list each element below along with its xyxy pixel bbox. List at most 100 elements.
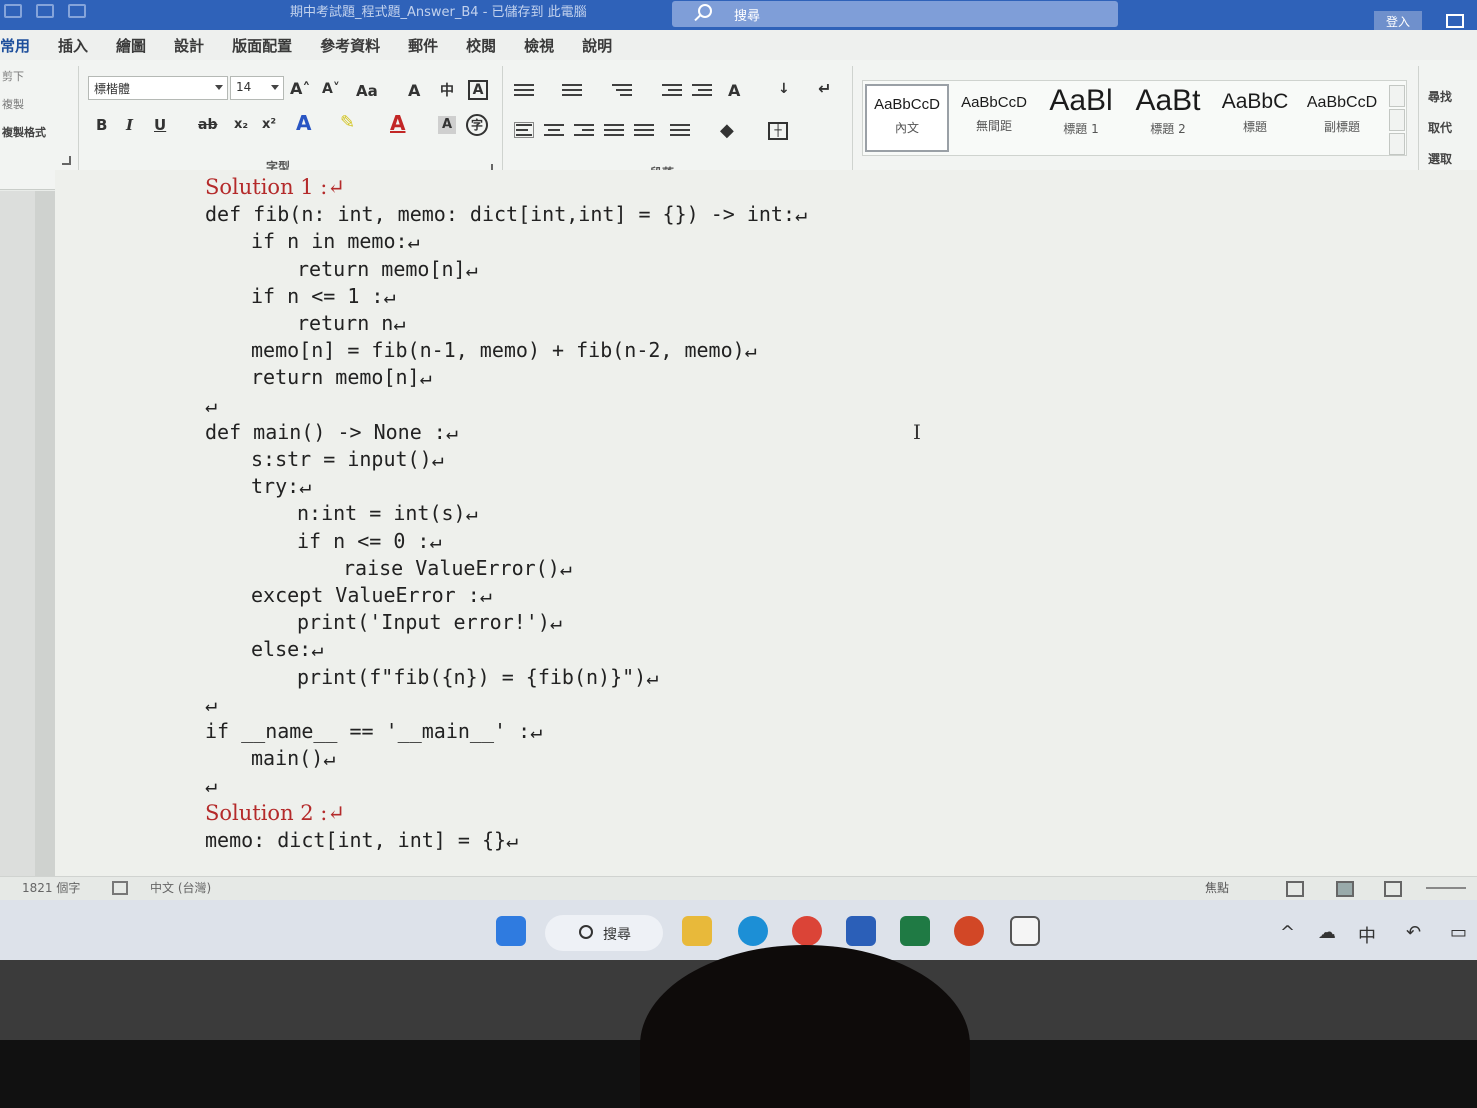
clear-formatting-icon[interactable]: A <box>408 80 420 102</box>
change-case-button[interactable]: Aa <box>356 80 378 102</box>
proofing-icon[interactable] <box>112 881 128 895</box>
gallery-down-icon[interactable] <box>1389 109 1405 131</box>
style-sample: AaBt <box>1135 84 1201 117</box>
shrink-font-button[interactable]: A˅ <box>322 78 340 100</box>
align-center-icon[interactable] <box>544 124 564 140</box>
format-painter-button[interactable]: 複製格式 <box>2 124 46 140</box>
font-color-icon[interactable]: A <box>390 112 405 134</box>
find-button[interactable]: 尋找 <box>1428 82 1452 113</box>
replace-button[interactable]: 取代 <box>1428 113 1452 144</box>
style-subtitle[interactable]: AaBbCcD 副標題 <box>1300 84 1384 152</box>
tab-references[interactable]: 參考資料 <box>306 30 394 60</box>
copy-button[interactable]: 複製 <box>2 96 24 112</box>
tab-help[interactable]: 說明 <box>568 30 626 60</box>
tab-insert[interactable]: 插入 <box>44 30 102 60</box>
quick-access-toolbar <box>0 4 86 18</box>
web-layout-icon[interactable] <box>1384 881 1402 897</box>
text-effects-icon[interactable]: A <box>296 112 311 134</box>
enclose-characters-icon[interactable]: 字 <box>466 114 488 136</box>
style-title[interactable]: AaBbC 標題 <box>1213 84 1297 152</box>
character-shading-icon[interactable]: A <box>438 116 456 134</box>
clipboard-launcher-icon[interactable] <box>62 156 71 165</box>
style-no-spacing[interactable]: AaBbCcD 無間距 <box>952 84 1036 152</box>
ribbon-separator <box>502 66 503 174</box>
undo-icon[interactable] <box>68 4 86 18</box>
autosave-icon[interactable] <box>4 4 22 18</box>
chrome-browser-icon[interactable] <box>792 916 822 946</box>
style-sample: AaBbC <box>1221 90 1289 113</box>
gallery-up-icon[interactable] <box>1389 85 1405 107</box>
focus-mode-button[interactable]: 焦點 <box>1205 879 1229 896</box>
justify-icon[interactable] <box>604 124 624 140</box>
character-border-icon[interactable]: A <box>468 80 488 100</box>
style-sample: AaBbCcD <box>961 94 1027 111</box>
tab-layout[interactable]: 版面配置 <box>218 30 306 60</box>
ime-indicator[interactable]: 中 <box>1358 922 1376 948</box>
code-line: if n in memo:↵ <box>251 229 420 254</box>
onedrive-cloud-icon[interactable]: ☁ <box>1318 922 1336 943</box>
multilevel-list-icon[interactable] <box>612 84 632 100</box>
underline-button[interactable]: U <box>154 114 166 136</box>
sort-icon[interactable]: ↓ <box>778 78 790 100</box>
ribbon-separator <box>852 66 853 174</box>
style-name: 內文 <box>894 121 919 135</box>
zoom-slider[interactable] <box>1426 887 1466 889</box>
tab-view[interactable]: 檢視 <box>510 30 568 60</box>
tab-mailings[interactable]: 郵件 <box>394 30 452 60</box>
numbering-icon[interactable] <box>562 84 582 100</box>
word-count[interactable]: 1821 個字 <box>22 879 80 896</box>
increase-indent-icon[interactable] <box>692 84 712 100</box>
save-icon[interactable] <box>36 4 54 18</box>
code-line: memo: dict[int, int] = {}↵ <box>205 827 519 852</box>
file-explorer-icon[interactable] <box>682 916 712 946</box>
strikethrough-button[interactable]: ab <box>198 114 217 136</box>
read-mode-icon[interactable] <box>1286 881 1304 897</box>
decrease-indent-icon[interactable] <box>662 84 682 100</box>
code-line: return memo[n]↵ <box>251 365 432 390</box>
font-name-select[interactable]: 標楷體 <box>88 76 228 100</box>
borders-icon[interactable]: ┼ <box>768 122 788 140</box>
asian-layout-icon[interactable]: A <box>728 80 740 102</box>
distributed-icon[interactable] <box>634 124 654 140</box>
font-size-select[interactable]: 14 <box>230 76 284 100</box>
title-search-box[interactable]: 搜尋 <box>672 1 1118 27</box>
tab-home[interactable]: 常用 <box>0 30 44 60</box>
ime-mode-icon[interactable]: ↶ <box>1406 922 1421 943</box>
bold-button[interactable]: B <box>96 114 107 136</box>
style-heading-2[interactable]: AaBt 標題 2 <box>1126 84 1210 152</box>
restore-window-icon[interactable] <box>1446 14 1464 28</box>
align-left-icon[interactable] <box>514 122 534 138</box>
tab-review[interactable]: 校閱 <box>452 30 510 60</box>
cut-button[interactable]: 剪下 <box>2 68 24 84</box>
language-indicator[interactable]: 中文 (台灣) <box>150 879 211 896</box>
code-line: if n <= 1 :↵ <box>251 283 396 308</box>
tab-draw[interactable]: 繪圖 <box>102 30 160 60</box>
notification-icon[interactable]: ▭ <box>1450 922 1467 943</box>
style-normal[interactable]: AaBbCcD 內文 <box>865 84 949 152</box>
style-heading-1[interactable]: AaBl 標題 1 <box>1039 84 1123 152</box>
shading-icon[interactable]: ◆ <box>720 120 734 142</box>
italic-button[interactable]: I <box>126 114 133 136</box>
edge-browser-icon[interactable] <box>738 916 768 946</box>
grow-font-button[interactable]: A˄ <box>290 78 310 100</box>
document-page[interactable]: Solution 1 :↵ def fib(n: int, memo: dict[… <box>55 170 1477 876</box>
start-menu-icon[interactable] <box>496 916 526 946</box>
print-layout-icon[interactable] <box>1336 881 1354 897</box>
word-app-icon[interactable] <box>846 916 876 946</box>
notepad-app-icon[interactable] <box>1010 916 1040 946</box>
subscript-button[interactable]: x₂ <box>234 114 248 136</box>
line-spacing-icon[interactable] <box>670 124 690 140</box>
highlight-color-icon[interactable]: ✎ <box>340 112 355 134</box>
bullets-icon[interactable] <box>514 84 534 100</box>
excel-app-icon[interactable] <box>900 916 930 946</box>
phonetic-guide-icon[interactable]: 中 <box>440 80 454 102</box>
superscript-button[interactable]: x² <box>262 114 276 136</box>
gallery-more-icon[interactable] <box>1389 133 1405 155</box>
powerpoint-app-icon[interactable] <box>954 916 984 946</box>
chevron-up-icon[interactable]: ^ <box>1280 922 1295 943</box>
align-right-icon[interactable] <box>574 124 594 140</box>
projected-screen: 期中考試題_程式題_Answer_B4 - 已儲存到 此電腦 搜尋 登入 常用 … <box>0 0 1477 960</box>
show-hide-marks-icon[interactable]: ↵ <box>818 78 831 100</box>
taskbar-search[interactable]: 搜尋 <box>545 915 663 951</box>
tab-design[interactable]: 設計 <box>160 30 218 60</box>
